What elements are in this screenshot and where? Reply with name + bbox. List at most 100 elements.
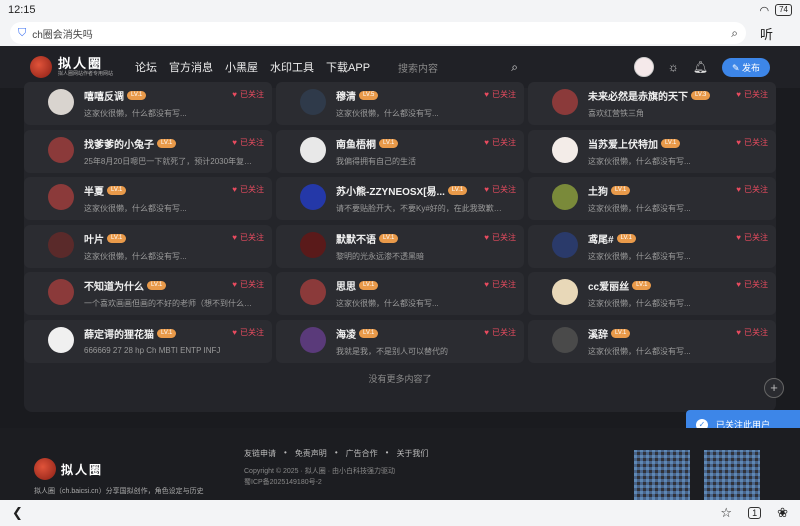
user-avatar[interactable] [552,184,578,210]
add-float-button[interactable]: + [764,378,784,398]
user-name[interactable]: 土狗 [588,183,608,198]
user-card[interactable]: 默默不语 LV.1 黎明的光永远渗不透黑暗 ♥ 已关注 [276,224,524,268]
user-avatar[interactable] [300,279,326,305]
user-avatar[interactable] [48,184,74,210]
user-card[interactable]: 找爹爹的小兔子 LV.1 25年8月20日嗯巴一下就死了，预计2030年复活... ♥… [24,129,272,173]
follow-button[interactable]: ♥ 已关注 [736,327,768,338]
user-avatar[interactable] [633,57,654,77]
user-avatar[interactable] [48,326,74,353]
user-card[interactable]: 叶片 LV.1 这家伙很懒，什么都没有写... ♥ 已关注 [24,224,272,268]
search-icon[interactable]: ⌕ [731,26,738,41]
follow-button[interactable]: ♥ 已关注 [232,279,264,290]
follow-button[interactable]: ♥ 已关注 [484,232,516,243]
user-card[interactable]: 思思 LV.1 这家伙很懒，什么都没有写... ♥ 已关注 [276,272,524,315]
user-card[interactable]: 苏小熊-ZZYNEOSX[易... LV.1 请不要贴脸开大，不要Ky#好的，在此我… [276,177,524,220]
user-card[interactable]: 溪辞 LV.1 这家伙很懒，什么都没有写... ♥ 已关注 [528,319,776,363]
user-avatar[interactable] [300,326,326,353]
user-name[interactable]: 未来必然是赤旗的天下 [588,88,688,103]
user-card[interactable]: 土狗 LV.1 这家伙很懒，什么都没有写... ♥ 已关注 [528,177,776,220]
user-bio: 666669 27 28 hp Ch MBTI ENTP INFJ [84,345,221,355]
site-logo[interactable]: 拟人圈 拟人圈网站作者专用网站 [30,56,113,78]
url-input[interactable]: ⛉ ch圈会消失吗 ⌕ [10,22,746,44]
follow-button[interactable]: ♥ 已关注 [736,89,768,100]
follow-button[interactable]: ♥ 已关注 [232,327,264,338]
theme-toggle-icon[interactable]: ☼ [668,60,679,74]
user-avatar[interactable] [552,231,578,258]
user-name[interactable]: 鸢尾# [588,231,614,246]
user-name[interactable]: 当苏爱上伏特加 [588,136,658,151]
tabs-count-button[interactable]: 1 [748,507,762,519]
user-avatar[interactable] [300,136,326,163]
user-card[interactable]: 半夏 LV.1 这家伙很懒，什么都没有写... ♥ 已关注 [24,177,272,220]
site-footer: 拟人圈 拟人圈（ch.baicsi.cn）分享国拟创作，角色设定与历史 友链申请… [0,428,800,500]
user-avatar[interactable] [300,89,326,115]
follow-button[interactable]: ♥ 已关注 [484,89,516,100]
nav-link-forum[interactable]: 论坛 [135,59,157,75]
follow-button[interactable]: ♥ 已关注 [484,137,516,148]
user-avatar[interactable] [552,326,578,353]
user-name[interactable]: 默默不语 [336,231,376,246]
user-avatar[interactable] [552,279,578,305]
footer-icp[interactable]: 蜀ICP备2025149180号-2 [244,477,395,488]
listen-button[interactable]: 听 [760,24,773,43]
footer-link-disclaimer[interactable]: 免责声明 [295,448,327,459]
user-name[interactable]: 半夏 [84,183,104,198]
user-name[interactable]: 叶片 [84,231,104,246]
user-name[interactable]: 找爹爹的小兔子 [84,136,154,151]
footer-link-ads[interactable]: 广告合作 [346,448,378,459]
publish-button[interactable]: ✎ 发布 [721,57,770,77]
user-card[interactable]: 当苏爱上伏特加 LV.1 这家伙很懒，什么都没有写... ♥ 已关注 [528,129,776,173]
follow-button[interactable]: ♥ 已关注 [232,89,264,100]
follow-button[interactable]: ♥ 已关注 [484,184,516,195]
user-card[interactable]: 未来必然是赤旗的天下 LV.3 喜欢红营铁三角 ♥ 已关注 [528,82,776,125]
user-avatar[interactable] [552,89,578,115]
nav-link-official[interactable]: 官方消息 [169,59,213,75]
follow-button[interactable]: ♥ 已关注 [736,137,768,148]
nav-link-watermark[interactable]: 水印工具 [270,59,314,75]
follow-button[interactable]: ♥ 已关注 [484,279,516,290]
user-name[interactable]: 不知道为什么 [84,278,144,293]
user-name[interactable]: 嘻嘻反调 [84,88,124,103]
user-avatar[interactable] [48,136,74,163]
user-avatar[interactable] [48,89,74,115]
paw-icon[interactable]: ❀ [777,505,788,521]
user-name[interactable]: cc爱丽丝 [588,278,629,293]
user-card[interactable]: 南鱼梧桐 LV.1 我偏得拥有自己的生活 ♥ 已关注 [276,129,524,173]
user-name[interactable]: 海凌 [336,326,356,341]
nav-link-download[interactable]: 下载APP [326,59,370,75]
user-card[interactable]: cc爱丽丝 LV.1 这家伙很懒，什么都没有写... ♥ 已关注 [528,272,776,315]
user-name[interactable]: 溪辞 [588,326,608,341]
user-name[interactable]: 南鱼梧桐 [336,136,376,151]
user-avatar[interactable] [552,136,578,163]
user-card[interactable]: 不知道为什么 LV.1 一个喜欢画画但画的不好的老师（想不到什么称... ♥ 已关注 [24,272,272,315]
user-avatar[interactable] [48,231,74,258]
user-card[interactable]: 薛定谔的狸花猫 LV.1 666669 27 28 hp Ch MBTI ENTP … [24,319,272,363]
user-name[interactable]: 穆清 [336,88,356,103]
footer-link-friend[interactable]: 友链申请 [244,448,276,459]
user-card[interactable]: 穆清 LV.5 这家伙很懒，什么都没有写... ♥ 已关注 [276,82,524,125]
site-search-input[interactable]: 搜索内容 ⌕ [398,56,518,78]
nav-link-blackroom[interactable]: 小黑屋 [225,59,258,75]
user-card[interactable]: 海凌 LV.1 我就是我，不是别人可以替代的 ♥ 已关注 [276,319,524,363]
bell-icon[interactable]: 🔔︎ [693,60,708,74]
back-icon[interactable]: ❮ [12,505,23,521]
user-card[interactable]: 嘻嘻反调 LV.1 这家伙很懒，什么都没有写... ♥ 已关注 [24,82,272,125]
user-name[interactable]: 薛定谔的狸花猫 [84,326,154,341]
follow-button[interactable]: ♥ 已关注 [232,232,264,243]
follow-button[interactable]: ♥ 已关注 [736,232,768,243]
user-card[interactable]: 鸢尾# LV.1 这家伙很懒，什么都没有写... ♥ 已关注 [528,224,776,268]
user-avatar[interactable] [300,231,326,258]
follow-label: 已关注 [744,327,768,337]
search-icon[interactable]: ⌕ [511,60,518,75]
follow-button[interactable]: ♥ 已关注 [736,184,768,195]
follow-button[interactable]: ♥ 已关注 [232,184,264,195]
follow-button[interactable]: ♥ 已关注 [484,327,516,338]
user-avatar[interactable] [48,279,74,305]
user-name[interactable]: 思思 [336,278,356,293]
follow-button[interactable]: ♥ 已关注 [736,279,768,290]
user-avatar[interactable] [300,184,326,210]
footer-link-about[interactable]: 关于我们 [396,448,428,459]
user-name[interactable]: 苏小熊-ZZYNEOSX[易... [336,183,445,198]
star-icon[interactable]: ☆ [720,505,732,521]
follow-button[interactable]: ♥ 已关注 [232,137,264,148]
